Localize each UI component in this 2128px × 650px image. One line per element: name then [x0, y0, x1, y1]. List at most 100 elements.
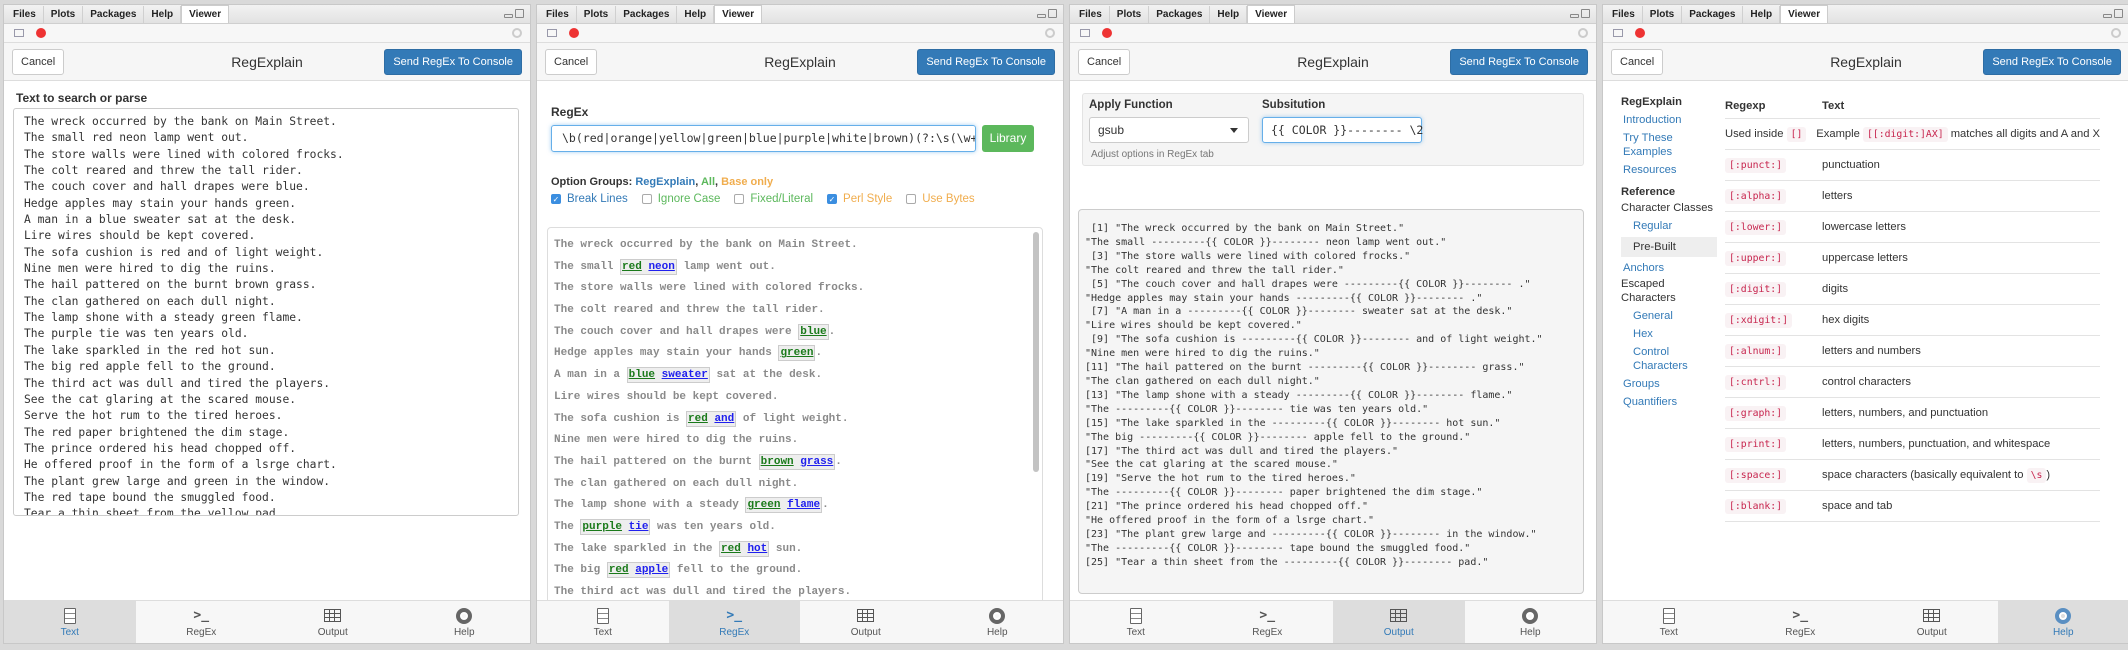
checkbox[interactable] — [906, 194, 917, 204]
tab-help[interactable]: Help — [399, 601, 531, 643]
substitution-input[interactable]: {{ COLOR }}-------- \2 — [1262, 117, 1423, 143]
send-regex-button[interactable]: Send RegEx To Console — [917, 48, 1055, 75]
pane-tab-files[interactable]: Files — [539, 6, 577, 23]
sidebar-item[interactable]: Control Characters — [1621, 345, 1717, 373]
pane-tab-viewer[interactable]: Viewer — [714, 5, 763, 23]
library-button[interactable]: Library — [982, 125, 1034, 152]
pane-tab-plots[interactable]: Plots — [577, 6, 617, 23]
stop-icon[interactable] — [36, 28, 46, 38]
text-input[interactable]: The wreck occurred by the bank on Main S… — [13, 108, 519, 516]
minimize-icon[interactable] — [504, 14, 513, 18]
sidebar-item[interactable]: Introduction — [1621, 113, 1717, 127]
pane-tab-help[interactable]: Help — [1743, 6, 1781, 23]
tab-regex[interactable]: >_ RegEx — [1735, 601, 1867, 643]
tab-text[interactable]: Text — [1070, 601, 1202, 643]
cancel-button[interactable]: Cancel — [1078, 48, 1131, 75]
tab-output[interactable]: Output — [1333, 601, 1465, 643]
tab-text[interactable]: Text — [1603, 601, 1735, 643]
pane-tab-files[interactable]: Files — [1072, 6, 1110, 23]
maximize-icon[interactable] — [2114, 9, 2123, 18]
pane-tab-packages[interactable]: Packages — [616, 6, 678, 23]
sidebar-item[interactable]: Hex — [1621, 327, 1717, 341]
checkbox[interactable]: ✓ — [827, 194, 838, 204]
refresh-icon[interactable] — [2111, 28, 2121, 38]
cell-text: hex digits — [1822, 314, 1870, 326]
send-regex-button[interactable]: Send RegEx To Console — [1450, 48, 1588, 75]
apply-function-select[interactable]: gsub — [1089, 117, 1249, 143]
tab-text[interactable]: Text — [4, 601, 136, 643]
sidebar-item[interactable]: Resources — [1621, 163, 1717, 177]
sidebar-item[interactable]: Pre-Built — [1621, 237, 1717, 257]
sidebar-item[interactable]: Regular — [1621, 219, 1717, 233]
pane-tab-help[interactable]: Help — [144, 6, 182, 23]
option-use-bytes[interactable]: Use Bytes — [906, 193, 975, 205]
sidebar-item[interactable]: Groups — [1621, 377, 1717, 391]
sidebar-item[interactable]: Quantifiers — [1621, 395, 1717, 409]
pane-tab-viewer[interactable]: Viewer — [1247, 5, 1296, 23]
option-group-link[interactable]: RegExplain — [635, 176, 695, 188]
tab-help[interactable]: Help — [932, 601, 1064, 643]
option-groups: Option Groups: RegExplain, All, Base onl… — [551, 176, 774, 188]
maximize-icon[interactable] — [515, 9, 524, 18]
checkbox[interactable] — [734, 194, 745, 204]
tab-help[interactable]: Help — [1465, 601, 1597, 643]
cancel-button[interactable]: Cancel — [1611, 48, 1664, 75]
pane-tab-help[interactable]: Help — [1210, 6, 1248, 23]
minimize-icon[interactable] — [1037, 14, 1046, 18]
checkbox[interactable]: ✓ — [551, 194, 561, 204]
send-regex-button[interactable]: Send RegEx To Console — [1983, 48, 2121, 75]
checkbox[interactable] — [641, 194, 652, 204]
stop-icon[interactable] — [569, 28, 579, 38]
tab-help[interactable]: Help — [1997, 601, 2128, 643]
maximize-icon[interactable] — [1048, 9, 1057, 18]
pane-tab-plots[interactable]: Plots — [1110, 6, 1150, 23]
popout-icon[interactable] — [547, 29, 557, 37]
bottom-tabs: Text >_ RegEx Output Help — [4, 600, 530, 643]
pane-tab-viewer[interactable]: Viewer — [1780, 5, 1829, 23]
pane-tab-help[interactable]: Help — [677, 6, 715, 23]
tab-output[interactable]: Output — [1866, 601, 1998, 643]
pane-tab-packages[interactable]: Packages — [1682, 6, 1744, 23]
regex-input[interactable]: \b(red|orange|yellow|green|blue|purple|w… — [551, 125, 976, 152]
output-line: [11] "The hail pattered on the burnt ---… — [1085, 362, 1525, 374]
stop-icon[interactable] — [1102, 28, 1112, 38]
tab-output[interactable]: Output — [800, 601, 932, 643]
sidebar-item[interactable]: Try These Examples — [1621, 131, 1717, 159]
sidebar-item[interactable]: Anchors — [1621, 261, 1717, 275]
tab-regex[interactable]: >_ RegEx — [668, 601, 800, 643]
minimize-icon[interactable] — [2103, 14, 2112, 18]
pane-tab-packages[interactable]: Packages — [83, 6, 145, 23]
tab-text[interactable]: Text — [537, 601, 669, 643]
option-ignore-case[interactable]: Ignore Case — [641, 193, 720, 205]
tab-output[interactable]: Output — [267, 601, 399, 643]
tab-regex[interactable]: >_ RegEx — [1202, 601, 1334, 643]
option-group-link[interactable]: Base only — [721, 176, 773, 188]
option-group-link[interactable]: All — [701, 176, 715, 188]
refresh-icon[interactable] — [1578, 28, 1588, 38]
tab-regex[interactable]: >_ RegEx — [136, 601, 268, 643]
stop-icon[interactable] — [1635, 28, 1645, 38]
popout-icon[interactable] — [1613, 29, 1623, 37]
tab-label: RegEx — [719, 626, 750, 638]
minimize-icon[interactable] — [1570, 14, 1579, 18]
match-group-2: tie — [628, 520, 649, 533]
refresh-icon[interactable] — [512, 28, 522, 38]
pane-tab-files[interactable]: Files — [6, 6, 44, 23]
maximize-icon[interactable] — [1581, 9, 1590, 18]
pane-tab-packages[interactable]: Packages — [1149, 6, 1211, 23]
option-perl-style[interactable]: ✓ Perl Style — [827, 193, 892, 205]
popout-icon[interactable] — [14, 29, 24, 37]
pane-tab-plots[interactable]: Plots — [44, 6, 84, 23]
sidebar-item[interactable]: General — [1621, 309, 1717, 323]
popout-icon[interactable] — [1080, 29, 1090, 37]
pane-tab-viewer[interactable]: Viewer — [181, 5, 230, 23]
refresh-icon[interactable] — [1045, 28, 1055, 38]
send-regex-button[interactable]: Send RegEx To Console — [384, 48, 522, 75]
cancel-button[interactable]: Cancel — [545, 48, 598, 75]
cancel-button[interactable]: Cancel — [12, 48, 65, 75]
option-break-lines[interactable]: ✓ Break Lines — [551, 193, 628, 205]
option-fixed-literal[interactable]: Fixed/Literal — [734, 193, 813, 205]
pane-tab-files[interactable]: Files — [1605, 6, 1643, 23]
pane-tab-plots[interactable]: Plots — [1643, 6, 1683, 23]
scrollbar[interactable] — [1033, 232, 1039, 472]
